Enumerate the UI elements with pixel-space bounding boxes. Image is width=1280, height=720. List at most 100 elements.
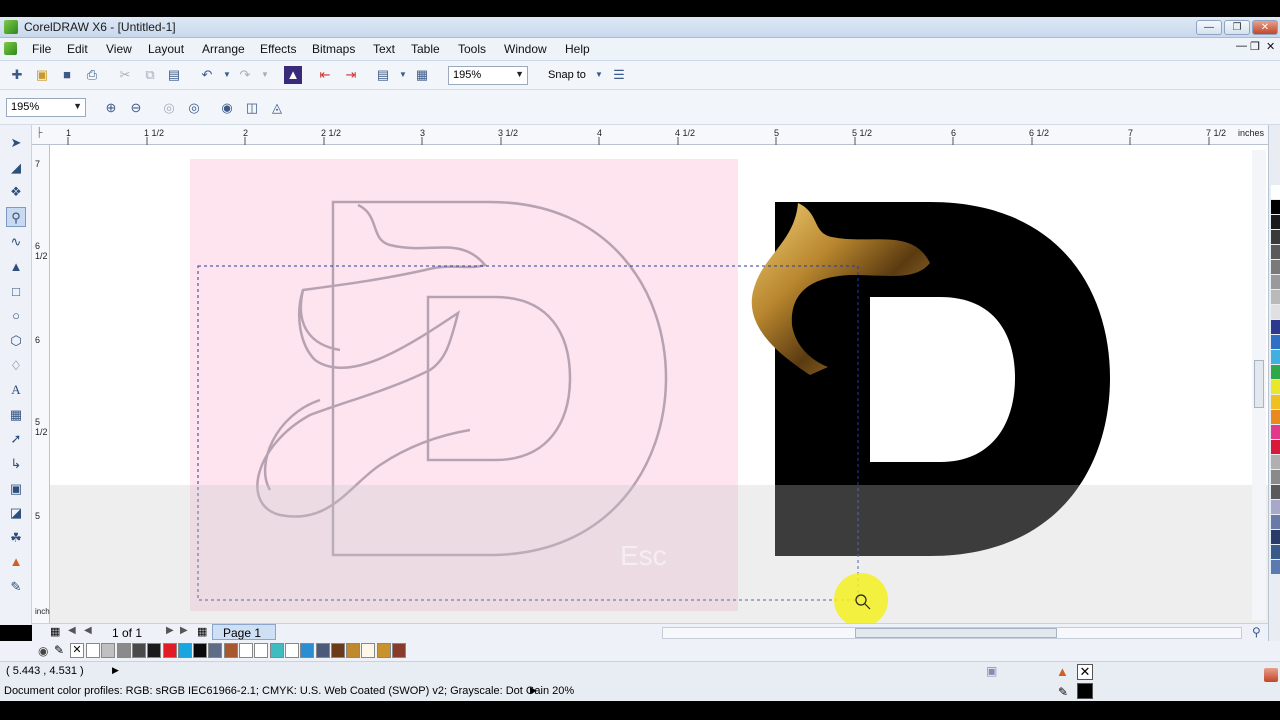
palette-color-swatch[interactable] (1271, 275, 1280, 289)
options-icon[interactable]: ☰ (610, 66, 628, 84)
menu-effects[interactable]: Effects (260, 42, 296, 56)
profile-expand-icon[interactable]: ▶ (530, 685, 537, 696)
zoom-in-icon[interactable]: ⊕ (102, 99, 120, 117)
connector-tool-icon[interactable]: ↳ (6, 454, 26, 474)
notification-icon[interactable] (1264, 668, 1278, 682)
palette-color-swatch[interactable] (1271, 350, 1280, 364)
document-color-swatch[interactable] (239, 643, 253, 658)
doc-minimize-button[interactable]: — (1236, 40, 1247, 52)
document-color-swatch[interactable] (315, 643, 330, 658)
palette-color-swatch[interactable] (1271, 455, 1280, 469)
zoom-to-page-icon[interactable]: ◉ (218, 99, 236, 117)
palette-color-swatch[interactable] (1271, 290, 1280, 304)
document-color-swatch[interactable] (208, 643, 223, 658)
document-color-swatch[interactable] (300, 643, 315, 658)
save-icon[interactable]: ■ (58, 66, 76, 84)
fill-indicator-icon[interactable]: ▲ (1056, 664, 1069, 679)
first-page-icon[interactable]: ◀ (68, 625, 76, 636)
navigator-icon[interactable]: ⚲ (1252, 625, 1261, 639)
palette-color-swatch[interactable] (1271, 500, 1280, 514)
color-proof-icon[interactable]: ▣ (986, 664, 997, 678)
palette-color-swatch[interactable] (1271, 560, 1280, 574)
drop-shadow-tool-icon[interactable]: ▣ (6, 479, 26, 499)
palette-color-swatch[interactable] (1271, 320, 1280, 334)
palette-color-swatch[interactable] (1271, 305, 1280, 319)
cut-icon[interactable]: ✂ (116, 66, 134, 84)
horizontal-scroll-thumb[interactable] (855, 628, 1057, 638)
no-color-swatch[interactable]: ✕ (70, 643, 84, 658)
menu-bitmaps[interactable]: Bitmaps (312, 42, 355, 56)
property-zoom-select[interactable]: 195% ▼ (6, 98, 86, 117)
zoom-to-page-height-icon[interactable]: ◬ (268, 99, 286, 117)
search-content-icon[interactable]: ▲ (284, 66, 302, 84)
page-options-icon[interactable]: ▦ (50, 625, 60, 638)
menu-help[interactable]: Help (565, 42, 590, 56)
basic-shapes-tool-icon[interactable]: ♢ (6, 356, 26, 376)
palette-options-icon[interactable]: ◉ (38, 644, 48, 658)
palette-color-swatch[interactable] (1271, 380, 1280, 394)
menu-view[interactable]: View (106, 42, 132, 56)
fill-tool-icon[interactable]: ▲ (6, 552, 26, 572)
document-color-swatch[interactable] (131, 643, 146, 658)
menu-file[interactable]: File (32, 42, 51, 56)
fill-none-swatch[interactable]: ✕ (1077, 664, 1093, 680)
paste-icon[interactable]: ▤ (165, 66, 183, 84)
smart-fill-tool-icon[interactable]: ▲ (6, 257, 26, 277)
document-color-swatch[interactable] (346, 643, 361, 658)
undo-dropdown-icon[interactable]: ▼ (218, 66, 236, 84)
zoom-to-selected-icon[interactable]: ◎ (160, 99, 178, 117)
zoom-to-page-width-icon[interactable]: ◫ (243, 99, 261, 117)
last-page-icon[interactable]: ▶ (180, 625, 188, 636)
palette-color-swatch[interactable] (1271, 335, 1280, 349)
palette-color-swatch[interactable] (1271, 425, 1280, 439)
zoom-out-icon[interactable]: ⊖ (127, 99, 145, 117)
welcome-screen-icon[interactable]: ▦ (413, 66, 431, 84)
palette-color-swatch[interactable] (1271, 215, 1280, 229)
palette-color-swatch[interactable] (1271, 530, 1280, 544)
document-color-swatch[interactable] (269, 643, 284, 658)
doc-close-button[interactable]: ✕ (1266, 40, 1275, 53)
menu-arrange[interactable]: Arrange (202, 42, 245, 56)
zoom-level-select[interactable]: 195% ▼ (448, 66, 528, 85)
drawing-canvas[interactable]: Esc (50, 145, 1268, 625)
doc-restore-button[interactable]: ❐ (1250, 40, 1260, 53)
document-color-swatch[interactable] (116, 643, 131, 658)
outline-color-swatch[interactable] (1077, 683, 1093, 699)
palette-color-swatch[interactable] (1271, 365, 1280, 379)
outline-pen-icon[interactable]: ✎ (1058, 685, 1068, 699)
menu-edit[interactable]: Edit (67, 42, 88, 56)
import-icon[interactable]: ⇤ (316, 66, 334, 84)
table-tool-icon[interactable]: ▦ (6, 405, 26, 425)
document-color-swatch[interactable] (284, 643, 299, 658)
crop-tool-icon[interactable]: ❖ (6, 182, 26, 202)
menu-text[interactable]: Text (373, 42, 395, 56)
horizontal-scrollbar[interactable] (662, 627, 1242, 639)
snap-to-dropdown-icon[interactable]: ▼ (590, 66, 608, 84)
export-icon[interactable]: ⇥ (342, 66, 360, 84)
eyedropper-tool-icon[interactable]: ☘ (6, 528, 26, 548)
palette-color-swatch[interactable] (1271, 515, 1280, 529)
copy-icon[interactable]: ⧉ (141, 66, 159, 84)
palette-color-swatch[interactable] (1271, 395, 1280, 409)
menu-window[interactable]: Window (504, 42, 547, 56)
palette-color-swatch[interactable] (1271, 185, 1280, 199)
transparency-tool-icon[interactable]: ◪ (6, 503, 26, 523)
add-page-icon[interactable]: ▦ (197, 625, 207, 638)
shape-tool-icon[interactable]: ◢ (6, 158, 26, 178)
document-color-swatch[interactable] (86, 643, 100, 658)
freehand-tool-icon[interactable]: ∿ (6, 232, 26, 252)
application-launcher-icon[interactable]: ▤ (374, 66, 392, 84)
redo-icon[interactable]: ↷ (236, 66, 254, 84)
coords-expand-icon[interactable]: ▶ (112, 665, 119, 676)
previous-page-icon[interactable]: ◀ (84, 625, 92, 636)
minimize-button[interactable]: — (1196, 20, 1222, 35)
undo-icon[interactable]: ↶ (198, 66, 216, 84)
document-color-swatch[interactable] (147, 643, 162, 658)
rectangle-tool-icon[interactable]: □ (6, 282, 26, 302)
new-document-icon[interactable]: ✚ (8, 66, 26, 84)
palette-color-swatch[interactable] (1271, 230, 1280, 244)
open-folder-icon[interactable]: ▣ (33, 66, 51, 84)
document-color-swatch[interactable] (193, 643, 208, 658)
zoom-tool-icon[interactable]: ⚲ (6, 207, 26, 227)
close-button[interactable]: ✕ (1252, 20, 1278, 35)
